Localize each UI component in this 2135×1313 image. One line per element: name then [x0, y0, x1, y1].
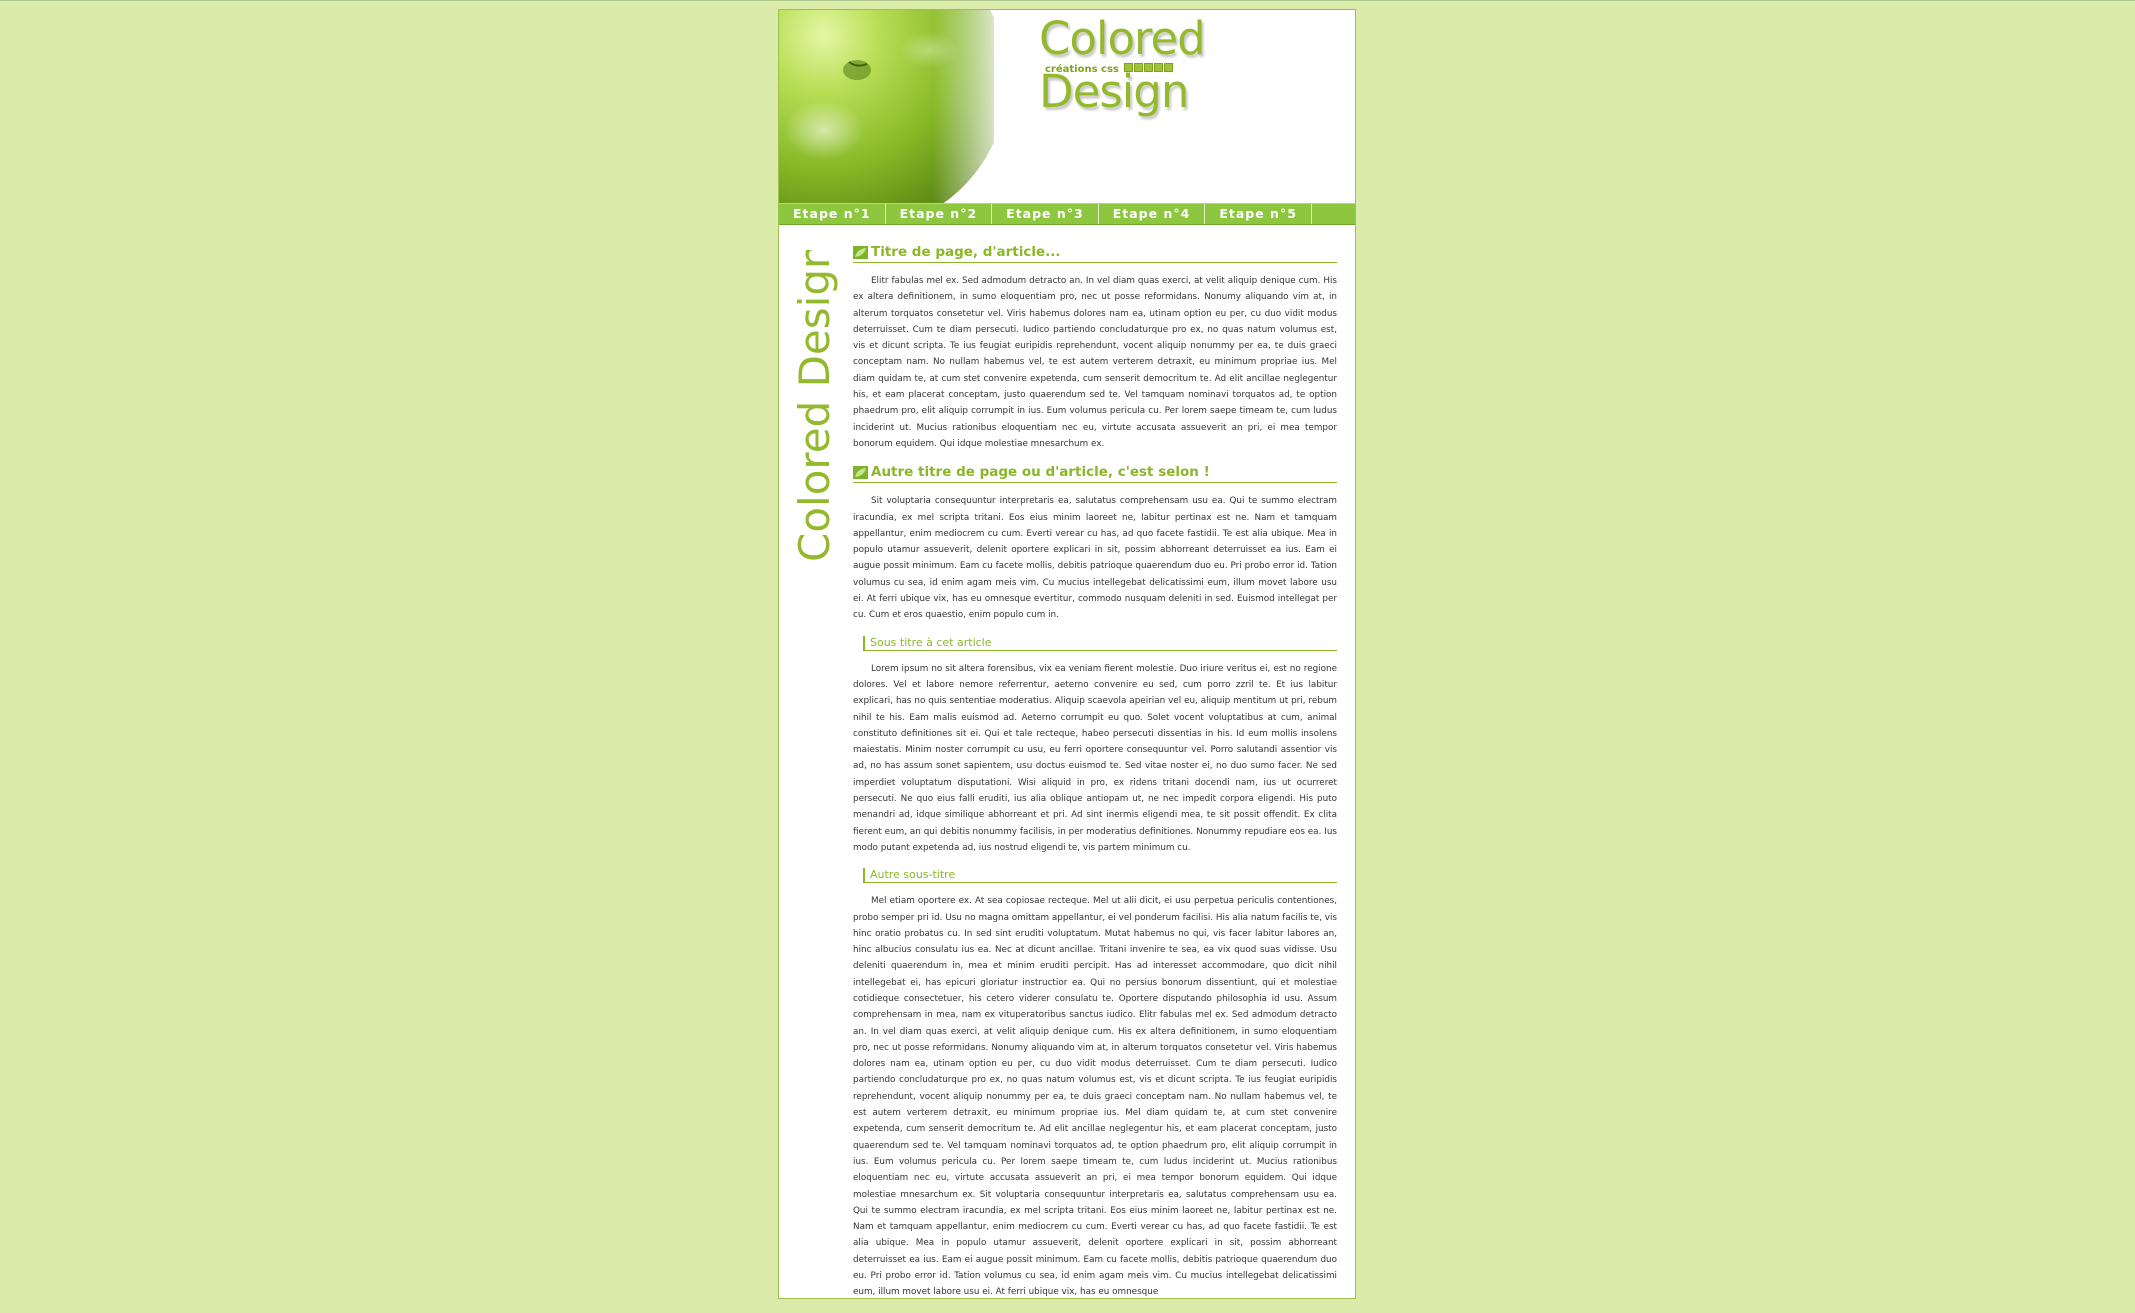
tagline-squares [1123, 63, 1173, 75]
site-header: Colored Design créations css [779, 10, 1355, 203]
article-title-2: Autre titre de page ou d'article, c'est … [853, 464, 1337, 484]
vertical-logo: Colored Design [783, 242, 843, 570]
subsection-paragraph-2: Mel etiam oportere ex. At sea copiosae r… [853, 896, 1337, 1298]
leaf-icon [853, 245, 868, 259]
article-paragraph-1: Elitr fabulas mel ex. Sed admodum detrac… [853, 276, 1337, 449]
nav-item-etape-5[interactable]: Etape n°5 [1205, 204, 1312, 224]
subsection-title-2: Autre sous-titre [863, 868, 1337, 884]
article-paragraph-2: Sit voluptaria consequuntur interpretari… [853, 496, 1337, 621]
nav-item-etape-2[interactable]: Etape n°2 [886, 204, 993, 224]
leaf-icon [853, 465, 868, 479]
nav-item-etape-1[interactable]: Etape n°1 [779, 204, 886, 224]
tagline-text: créations css [1045, 63, 1119, 75]
article-title-text: Titre de page, d'article... [871, 244, 1061, 260]
article-title-text: Autre titre de page ou d'article, c'est … [871, 464, 1210, 481]
subsection-title-1: Sous titre à cet article [863, 635, 1337, 651]
article-title-1: Titre de page, d'article... [853, 244, 1337, 263]
vertical-logo-text: Colored Design [790, 250, 839, 562]
subsection-paragraph-1: Lorem ipsum no sit altera forensibus, vi… [853, 663, 1337, 853]
main-content: Titre de page, d'article... Elitr fabula… [853, 238, 1337, 1313]
site-tagline: créations css [1045, 63, 1173, 75]
top-border-line [0, 0, 2135, 1]
page-container: Colored Design créations css Etape n°1 E… [778, 9, 1356, 1299]
green-apple-icon [779, 10, 994, 203]
main-navigation: Etape n°1 Etape n°2 Etape n°3 Etape n°4 … [779, 203, 1355, 225]
nav-item-etape-4[interactable]: Etape n°4 [1099, 204, 1206, 224]
nav-item-etape-3[interactable]: Etape n°3 [992, 204, 1099, 224]
